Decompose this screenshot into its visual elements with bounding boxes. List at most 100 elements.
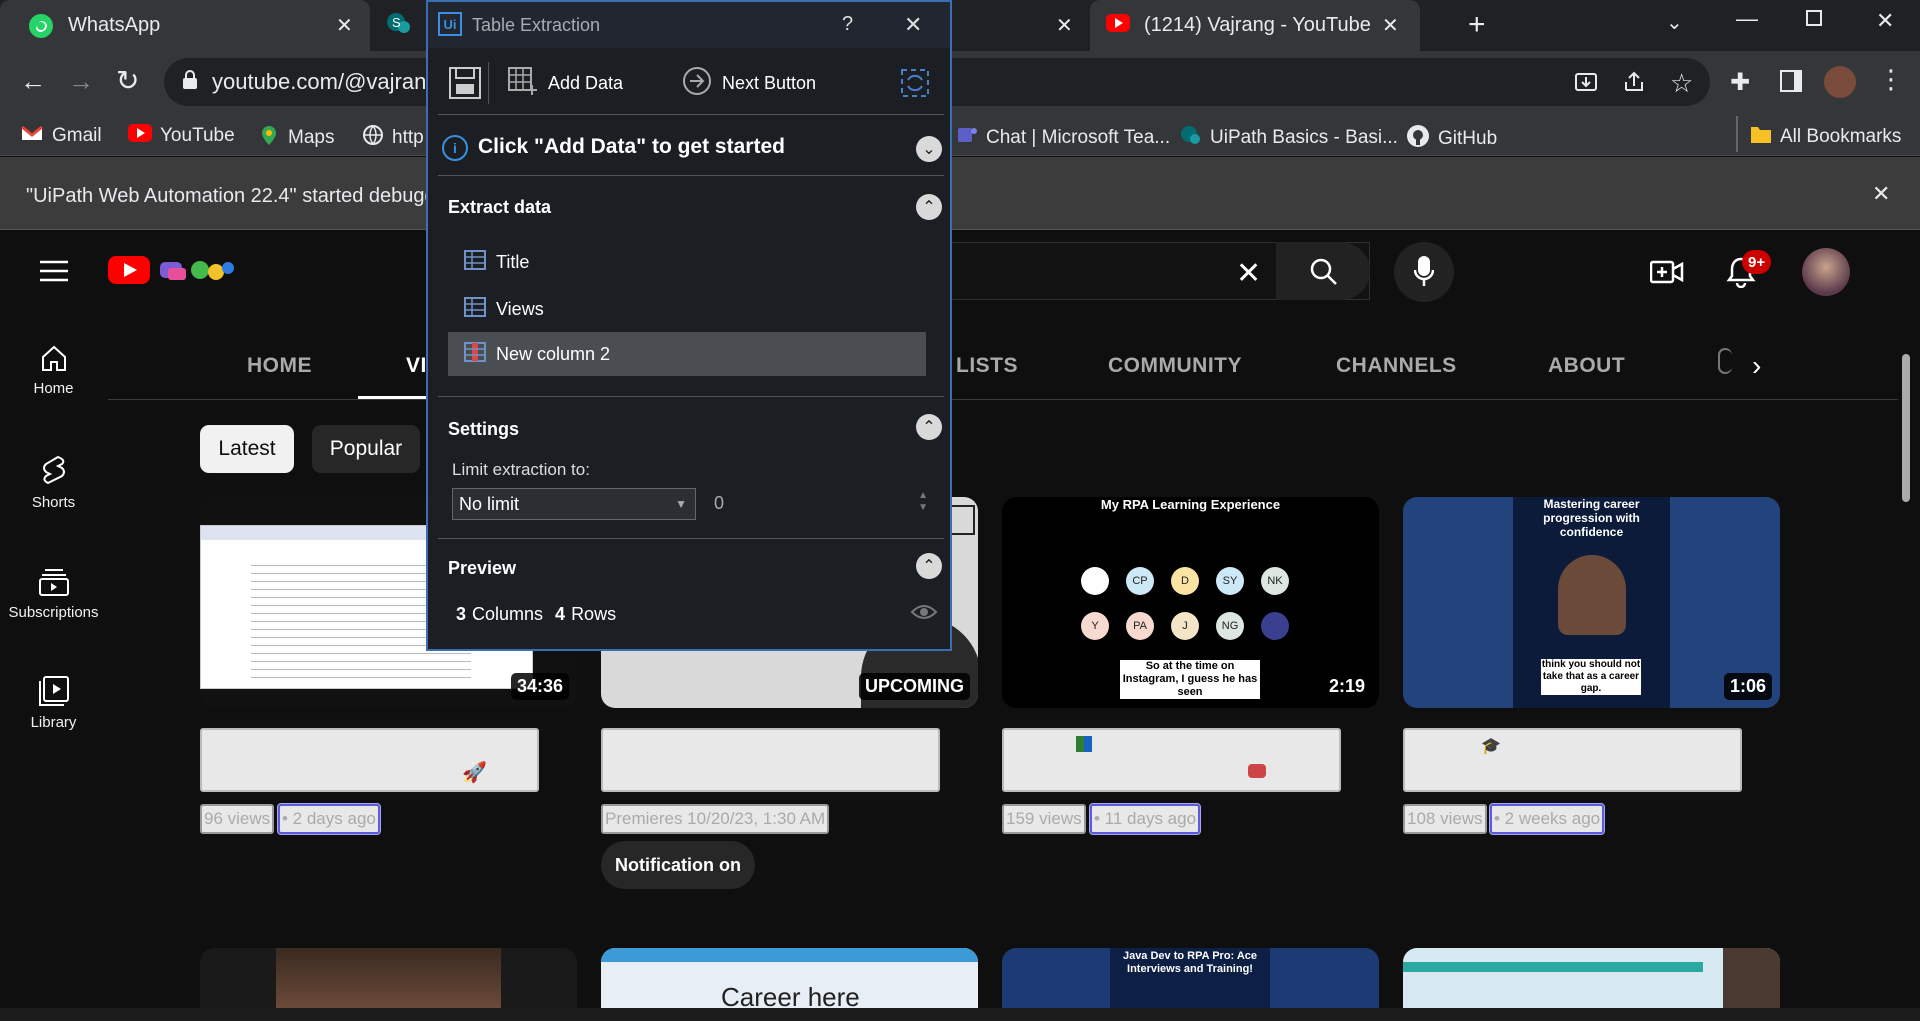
account-avatar[interactable] xyxy=(1802,248,1850,296)
sidebar-item-home[interactable]: Home xyxy=(0,344,107,397)
extensions-icon[interactable]: ✚ xyxy=(1730,68,1750,97)
column-item-new-column-2[interactable]: New column 2 xyxy=(448,332,926,376)
help-button[interactable]: ? xyxy=(842,13,853,36)
search-button[interactable] xyxy=(1276,242,1370,300)
voice-search-button[interactable] xyxy=(1394,242,1454,302)
chevron-up-icon[interactable]: ⌃ xyxy=(916,553,942,579)
chevron-down-icon[interactable]: ⌄ xyxy=(916,136,942,162)
sidebar-item-subscriptions[interactable]: Subscriptions xyxy=(0,566,107,621)
limit-label: Limit extraction to: xyxy=(452,460,590,479)
back-button[interactable]: ← xyxy=(20,66,46,97)
clear-search-icon[interactable]: ✕ xyxy=(1236,256,1261,291)
chevron-up-icon[interactable]: ⌃ xyxy=(916,194,942,220)
tab-about[interactable]: ABOUT xyxy=(1548,354,1625,378)
forward-button[interactable]: → xyxy=(68,66,94,97)
sidebar-item-library[interactable]: Library xyxy=(0,676,107,731)
address-text: youtube.com/@vajrang xyxy=(212,69,439,94)
tab-channels[interactable]: CHANNELS xyxy=(1336,354,1457,378)
close-window-button[interactable]: ✕ xyxy=(1876,8,1894,34)
tab-youtube[interactable]: (1214) Vajrang - YouTube ✕ xyxy=(1090,0,1420,51)
video-title[interactable] xyxy=(601,728,940,792)
stepper-arrows-icon[interactable]: ▲ ▼ xyxy=(918,490,928,514)
folder-icon xyxy=(1750,124,1772,150)
tab-search-partial[interactable] xyxy=(1718,348,1732,374)
chevron-up-icon[interactable]: ⌃ xyxy=(916,414,942,440)
menu-icon[interactable]: ⋮ xyxy=(1878,64,1904,95)
bookmark-http[interactable]: http xyxy=(362,124,424,152)
bookmark-gmail[interactable]: Gmail xyxy=(20,124,102,148)
video-title[interactable]: 🚀 xyxy=(200,728,539,792)
video-upcoming-label: UPCOMING xyxy=(859,673,970,700)
thumbnail-title-text: Career here xyxy=(721,982,860,1008)
bookmark-star-icon[interactable]: ☆ xyxy=(1670,68,1693,99)
all-bookmarks[interactable]: All Bookmarks xyxy=(1750,124,1901,150)
create-video-icon[interactable] xyxy=(1649,258,1684,291)
bookmark-youtube[interactable]: YouTube xyxy=(128,124,235,148)
avatar-circle: SY xyxy=(1216,567,1244,595)
video-thumbnail[interactable] xyxy=(1403,948,1780,1008)
video-thumbnail[interactable]: Mastering career progression with confid… xyxy=(1403,497,1780,708)
avatar-circle: NK xyxy=(1261,567,1289,595)
video-views: 159 views xyxy=(1002,804,1086,834)
avatar-circle: NG xyxy=(1216,612,1244,640)
profile-avatar[interactable] xyxy=(1824,66,1856,98)
person-thumbnail-image: Mastering career progression with confid… xyxy=(1513,497,1670,708)
next-button-button[interactable]: Next Button xyxy=(682,66,816,98)
sidepanel-icon[interactable] xyxy=(1780,70,1802,92)
sidebar-item-shorts[interactable]: Shorts xyxy=(0,454,107,511)
panel-close-button[interactable]: ✕ xyxy=(904,12,922,38)
video-thumbnail[interactable] xyxy=(200,948,577,1008)
bookmark-teams[interactable]: Chat | Microsoft Tea... xyxy=(956,124,1170,152)
close-tab-icon[interactable]: ✕ xyxy=(1382,13,1399,38)
tab-search-icon[interactable]: ⌄ xyxy=(1666,10,1683,35)
github-icon xyxy=(1406,124,1430,154)
restore-button[interactable] xyxy=(1806,10,1822,26)
notification-on-button[interactable]: Notification on xyxy=(601,841,755,889)
limit-number-stepper[interactable]: 0 ▲ ▼ xyxy=(704,488,934,520)
chip-latest[interactable]: Latest xyxy=(200,425,294,473)
limit-dropdown[interactable]: No limit ▼ xyxy=(452,488,696,520)
tab-videos[interactable]: VI xyxy=(406,354,427,378)
video-title[interactable] xyxy=(1002,728,1341,792)
video-thumbnail[interactable]: Java Dev to RPA Pro: Ace Interviews and … xyxy=(1002,948,1379,1008)
infobar-close-icon[interactable]: ✕ xyxy=(1872,181,1890,207)
close-tab-icon[interactable]: ✕ xyxy=(336,13,353,38)
video-thumbnail[interactable]: My RPA Learning Experience CP D SY NK Y … xyxy=(1002,497,1379,708)
avatar-circle: J xyxy=(1171,612,1199,640)
tab-community[interactable]: COMMUNITY xyxy=(1108,354,1242,378)
settings-divider xyxy=(438,396,944,397)
chevron-right-icon[interactable]: › xyxy=(1752,350,1761,382)
video-duration: 1:06 xyxy=(1723,673,1772,700)
bookmark-maps[interactable]: Maps xyxy=(258,124,334,152)
eye-icon[interactable] xyxy=(910,602,938,627)
close-tab-icon[interactable]: ✕ xyxy=(1056,13,1073,38)
tab-sharepoint[interactable]: S xyxy=(386,0,426,51)
tab-whatsapp[interactable]: WhatsApp ✕ xyxy=(0,0,370,51)
tab-home[interactable]: HOME xyxy=(247,354,312,378)
page-scrollbar[interactable] xyxy=(1902,354,1910,502)
tab-playlists[interactable]: LISTS xyxy=(956,354,1018,378)
bookmark-github[interactable]: GitHub xyxy=(1406,124,1497,154)
preview-summary: 3 Columns 4 Rows xyxy=(456,604,617,624)
video-duration: 2:19 xyxy=(1322,673,1371,700)
video-title[interactable]: 🎓 xyxy=(1403,728,1742,792)
video-thumbnail[interactable]: Career here xyxy=(601,948,978,1008)
person-face xyxy=(1558,555,1626,635)
new-tab-button[interactable]: + xyxy=(1468,8,1486,42)
tab-hidden[interactable]: ✕ xyxy=(950,0,1090,51)
chip-popular[interactable]: Popular xyxy=(312,425,420,473)
install-icon[interactable] xyxy=(1574,70,1598,99)
column-table-icon xyxy=(464,249,486,275)
youtube-logo[interactable] xyxy=(108,254,248,291)
column-item-views[interactable]: Views xyxy=(448,287,928,331)
minimize-button[interactable]: — xyxy=(1736,6,1758,32)
share-icon[interactable] xyxy=(1622,70,1646,99)
hamburger-menu-icon[interactable] xyxy=(40,260,68,287)
save-icon[interactable] xyxy=(448,66,482,105)
refresh-selection-icon[interactable] xyxy=(898,66,932,105)
reload-button[interactable]: ↻ xyxy=(116,64,139,97)
robot-emoji-icon xyxy=(1248,764,1266,778)
add-data-button[interactable]: Add Data xyxy=(508,66,623,98)
column-item-title[interactable]: Title xyxy=(448,240,928,284)
bookmark-uipath[interactable]: UiPath Basics - Basi... xyxy=(1180,124,1398,152)
